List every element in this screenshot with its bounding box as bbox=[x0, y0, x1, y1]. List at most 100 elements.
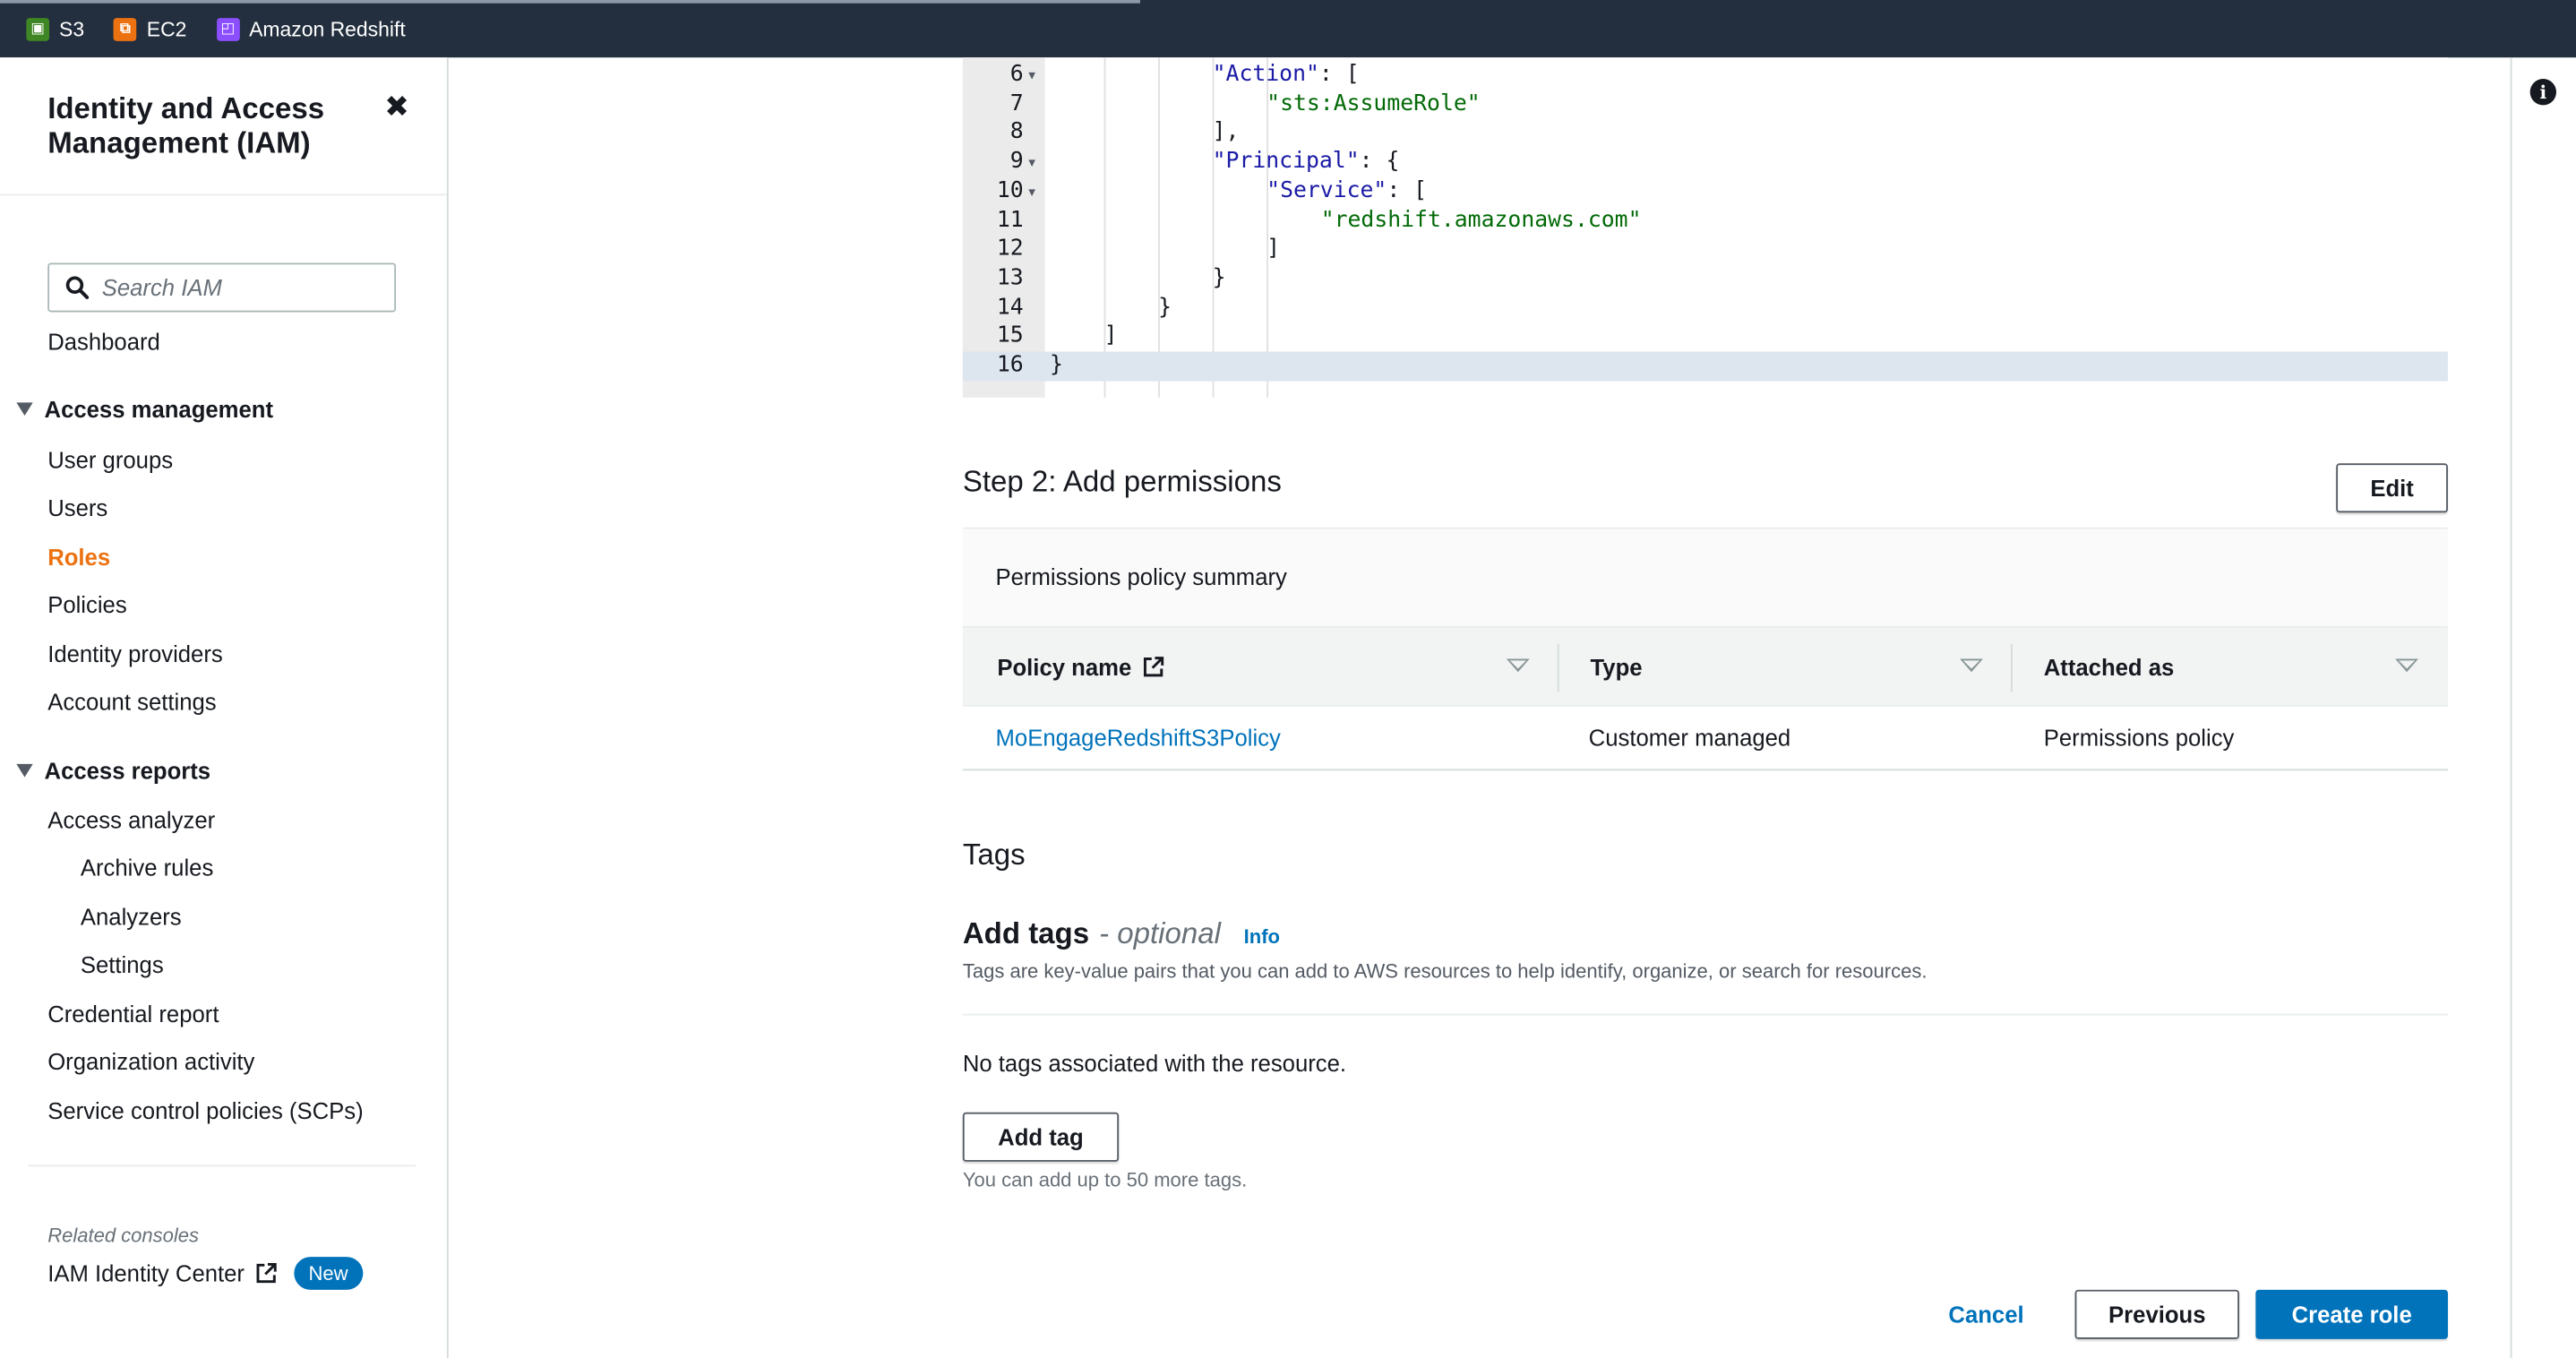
add-tag-button[interactable]: Add tag bbox=[962, 1112, 1120, 1162]
sidebar-item-identity-center[interactable]: IAM Identity Center New bbox=[47, 1257, 364, 1290]
sidebar-divider bbox=[28, 1165, 416, 1167]
sort-icon[interactable] bbox=[2395, 658, 2418, 673]
code-line[interactable]: 9 ▼ "Principal": { bbox=[963, 148, 2448, 176]
info-icon[interactable]: i bbox=[2529, 79, 2557, 106]
code-string: "redshift.amazonaws.com" bbox=[1320, 206, 1642, 233]
line-number: 15 bbox=[996, 322, 1024, 349]
code-text: "Service": [ bbox=[1267, 177, 1427, 206]
favorite-ec2[interactable]: ⧉ EC2 bbox=[114, 17, 186, 40]
code-text: "sts:AssumeRole" bbox=[1267, 90, 1481, 118]
info-link[interactable]: Info bbox=[1244, 925, 1280, 949]
line-number: 8 bbox=[1009, 118, 1024, 146]
favorite-label: Amazon Redshift bbox=[249, 17, 406, 40]
sidebar-item-analyzers[interactable]: Analyzers bbox=[81, 904, 182, 930]
sidebar-item-organization-activity[interactable]: Organization activity bbox=[47, 1048, 254, 1074]
favorite-redshift[interactable]: ◰ Amazon Redshift bbox=[216, 17, 406, 40]
code-line[interactable]: 6 ▼ "Action": [ bbox=[963, 61, 2448, 90]
code-line[interactable]: 16} bbox=[962, 351, 2448, 381]
loading-bar bbox=[0, 0, 1140, 4]
sidebar-item-policies[interactable]: Policies bbox=[47, 591, 127, 617]
code-string: "Action" bbox=[1212, 60, 1319, 88]
no-tags-message: No tags associated with the resource. bbox=[962, 1050, 1347, 1077]
step2-heading: Step 2: Add permissions bbox=[962, 465, 1282, 498]
column-header-attached-as[interactable]: Attached as bbox=[2044, 654, 2175, 680]
external-link-icon bbox=[256, 1262, 277, 1284]
policy-name-link[interactable]: MoEngageRedshiftS3Policy bbox=[996, 725, 1281, 751]
line-number: 6 bbox=[1009, 60, 1024, 88]
search-input[interactable] bbox=[101, 274, 365, 301]
permissions-summary-title: Permissions policy summary bbox=[995, 563, 1287, 590]
iam-console: ▣ S3 ⧉ EC2 ◰ Amazon Redshift Identity an… bbox=[0, 0, 2576, 1358]
sidebar-item-settings[interactable]: Settings bbox=[81, 951, 164, 977]
section-access-management[interactable]: Access management bbox=[16, 396, 273, 422]
previous-button[interactable]: Previous bbox=[2074, 1289, 2240, 1339]
code-text: ] bbox=[1267, 236, 1280, 264]
code-punctuation: } bbox=[1158, 293, 1172, 320]
s3-icon: ▣ bbox=[26, 17, 50, 40]
column-header-type[interactable]: Type bbox=[1591, 654, 1643, 680]
close-icon[interactable]: ✖ bbox=[384, 90, 409, 125]
trust-policy-editor[interactable]: 6 ▼ "Action": [7 "sts:AssumeRole" 8], 9 ▼ "Prin… bbox=[962, 57, 2448, 398]
sidebar-item-dashboard[interactable]: Dashboard bbox=[47, 329, 160, 355]
code-line[interactable]: 15] bbox=[963, 322, 2448, 351]
code-text: ], bbox=[1213, 119, 1240, 148]
line-number: 11 bbox=[996, 206, 1024, 233]
permissions-table-header: Policy name Type Attached as bbox=[962, 625, 2448, 707]
cancel-button[interactable]: Cancel bbox=[1932, 1290, 2040, 1339]
column-label: Type bbox=[1590, 654, 1643, 681]
code-punctuation: : [ bbox=[1318, 60, 1360, 88]
column-header-policy-name[interactable]: Policy name bbox=[997, 654, 1164, 680]
line-number: 16 bbox=[996, 351, 1024, 378]
tags-heading: Tags bbox=[962, 838, 1026, 872]
code-line[interactable]: 8], bbox=[963, 119, 2448, 148]
edit-permissions-button[interactable]: Edit bbox=[2336, 463, 2448, 513]
search-iam[interactable] bbox=[47, 262, 397, 313]
code-punctuation: ], bbox=[1212, 118, 1240, 146]
sidebar-item-credential-report[interactable]: Credential report bbox=[47, 1001, 219, 1027]
sidebar-item-users[interactable]: Users bbox=[47, 494, 107, 520]
sort-icon[interactable] bbox=[1506, 658, 1530, 673]
fold-toggle-icon[interactable]: ▼ bbox=[1028, 150, 1035, 178]
code-punctuation: } bbox=[1050, 351, 1063, 378]
sidebar-title: Identity and Access Management (IAM) bbox=[47, 91, 325, 159]
code-string: "Service" bbox=[1267, 176, 1387, 204]
column-label: Policy name bbox=[997, 654, 1132, 681]
code-line[interactable]: 11 "redshift.amazonaws.com" bbox=[963, 206, 2448, 235]
section-access-reports[interactable]: Access reports bbox=[16, 758, 210, 784]
tags-description: Tags are key-value pairs that you can ad… bbox=[962, 959, 1928, 983]
line-number: 10 bbox=[996, 176, 1024, 204]
section-label: Access management bbox=[44, 396, 274, 423]
policy-attached-as: Permissions policy bbox=[2043, 724, 2235, 752]
caret-down-icon bbox=[16, 763, 33, 778]
add-tags-title: Add tags bbox=[962, 916, 1090, 950]
caret-down-icon bbox=[16, 402, 33, 417]
sidebar-item-scps[interactable]: Service control policies (SCPs) bbox=[47, 1097, 363, 1123]
sidebar-item-archive-rules[interactable]: Archive rules bbox=[81, 855, 213, 881]
code-punctuation: : [ bbox=[1387, 176, 1428, 204]
create-role-button[interactable]: Create role bbox=[2255, 1289, 2448, 1339]
sidebar-divider bbox=[0, 193, 447, 196]
code-line[interactable]: 12] bbox=[963, 236, 2448, 264]
sidebar-item-account-settings[interactable]: Account settings bbox=[47, 689, 216, 715]
related-consoles-label: Related consoles bbox=[47, 1224, 200, 1248]
fold-toggle-icon[interactable]: ▼ bbox=[1028, 63, 1035, 91]
line-number: 14 bbox=[996, 293, 1024, 320]
sidebar-item-access-analyzer[interactable]: Access analyzer bbox=[47, 807, 215, 833]
new-badge: New bbox=[294, 1257, 364, 1290]
code-line[interactable]: 13} bbox=[963, 264, 2448, 293]
code-line[interactable]: 10 ▼ "Service": [ bbox=[963, 177, 2448, 206]
code-text: } bbox=[1050, 352, 1063, 381]
sort-icon[interactable] bbox=[1960, 658, 1983, 673]
code-string: "sts:AssumeRole" bbox=[1267, 90, 1481, 116]
code-line[interactable]: 14} bbox=[963, 294, 2448, 322]
sidebar-item-identity-providers[interactable]: Identity providers bbox=[47, 640, 223, 666]
help-panel-rail: i bbox=[2510, 57, 2576, 1358]
sidebar-item-user-groups[interactable]: User groups bbox=[47, 447, 173, 473]
external-link-icon bbox=[1143, 657, 1163, 677]
sidebar-item-roles[interactable]: Roles bbox=[47, 544, 110, 570]
fold-toggle-icon[interactable]: ▼ bbox=[1028, 179, 1035, 208]
column-separator bbox=[2011, 644, 2013, 692]
favorite-s3[interactable]: ▣ S3 bbox=[26, 17, 84, 40]
code-text: } bbox=[1213, 264, 1226, 293]
code-line[interactable]: 7 "sts:AssumeRole" bbox=[963, 90, 2448, 118]
